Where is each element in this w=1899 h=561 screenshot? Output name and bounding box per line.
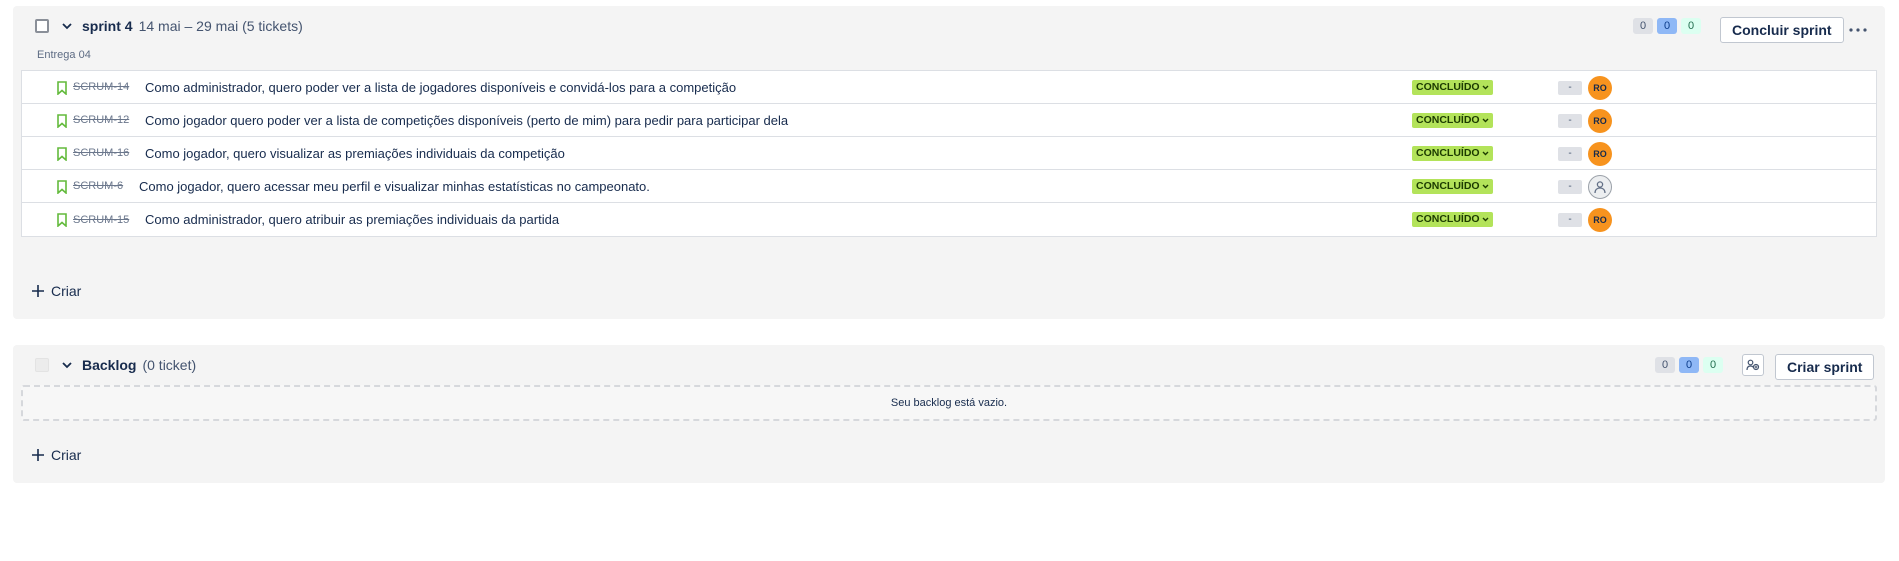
issue-row[interactable]: SCRUM-15 Como administrador, quero atrib…: [22, 203, 1876, 236]
bookmark-icon: [57, 114, 67, 128]
unassigned-avatar[interactable]: [1588, 175, 1612, 199]
sprint-section: sprint 4 14 mai – 29 mai (5 tickets) Entr…: [13, 6, 1885, 319]
estimate-badge[interactable]: -: [1558, 213, 1582, 227]
sprint-name: sprint 4: [82, 18, 133, 34]
issue-summary[interactable]: Como jogador, quero acessar meu perfil e…: [139, 179, 650, 194]
issue-summary[interactable]: Como administrador, quero atribuir as pr…: [145, 212, 559, 227]
bookmark-icon: [57, 180, 67, 194]
plus-icon: [32, 449, 44, 461]
backlog-section: Backlog (0 ticket) 0 0 0 Criar sprint Seu…: [13, 345, 1885, 483]
issue-key[interactable]: SCRUM-6: [73, 180, 123, 192]
create-label: Criar: [51, 283, 82, 299]
plus-icon: [32, 285, 44, 297]
todo-count: 0: [1633, 18, 1653, 34]
issue-key[interactable]: SCRUM-16: [73, 147, 129, 159]
backlog-counts: 0 0 0: [1655, 357, 1723, 373]
avatar[interactable]: RO: [1588, 208, 1612, 232]
chevron-down-icon: [1482, 118, 1489, 123]
sprint-title[interactable]: sprint 4 14 mai – 29 mai (5 tickets): [82, 18, 303, 34]
status-label: CONCLUÍDO: [1416, 81, 1480, 93]
sprint-issue-list: SCRUM-14 Como administrador, quero poder…: [21, 70, 1877, 237]
create-label: Criar: [51, 447, 82, 463]
status-badge[interactable]: CONCLUÍDO: [1412, 212, 1493, 227]
issue-summary[interactable]: Como jogador, quero visualizar as premia…: [145, 146, 565, 161]
bookmark-icon: [57, 81, 67, 95]
issue-row[interactable]: SCRUM-16 Como jogador, quero visualizar …: [22, 137, 1876, 170]
backlog-meta: (0 ticket): [142, 357, 197, 373]
avatar[interactable]: RO: [1588, 76, 1612, 100]
status-label: CONCLUÍDO: [1416, 180, 1480, 192]
todo-count: 0: [1655, 357, 1675, 373]
bookmark-icon: [57, 147, 67, 161]
estimate-badge[interactable]: -: [1558, 114, 1582, 128]
done-count: 0: [1681, 18, 1701, 34]
issue-key[interactable]: SCRUM-12: [73, 114, 129, 126]
status-badge[interactable]: CONCLUÍDO: [1412, 113, 1493, 128]
sprint-counts: 0 0 0: [1633, 18, 1701, 34]
issue-key[interactable]: SCRUM-14: [73, 81, 129, 93]
status-badge[interactable]: CONCLUÍDO: [1412, 179, 1493, 194]
backlog-header: Backlog (0 ticket): [13, 345, 1885, 385]
chevron-down-icon[interactable]: [59, 357, 75, 373]
in-progress-count: 0: [1657, 18, 1677, 34]
status-label: CONCLUÍDO: [1416, 147, 1480, 159]
chevron-down-icon: [1482, 217, 1489, 222]
bookmark-icon: [57, 213, 67, 227]
create-issue-button[interactable]: Criar: [31, 447, 81, 463]
link-people-icon[interactable]: [1742, 354, 1764, 376]
more-horizontal-icon[interactable]: [1845, 17, 1871, 43]
backlog-title[interactable]: Backlog (0 ticket): [82, 357, 196, 373]
chevron-down-icon[interactable]: [59, 18, 75, 34]
chevron-down-icon: [1482, 184, 1489, 189]
backlog-select-checkbox: [35, 358, 49, 372]
in-progress-count: 0: [1679, 357, 1699, 373]
status-badge[interactable]: CONCLUÍDO: [1412, 146, 1493, 161]
avatar[interactable]: RO: [1588, 142, 1612, 166]
status-badge[interactable]: CONCLUÍDO: [1412, 80, 1493, 95]
issue-summary[interactable]: Como jogador quero poder ver a lista de …: [145, 113, 788, 128]
sprint-header: sprint 4 14 mai – 29 mai (5 tickets): [13, 6, 1885, 46]
issue-summary[interactable]: Como administrador, quero poder ver a li…: [145, 80, 736, 95]
estimate-badge[interactable]: -: [1558, 147, 1582, 161]
sprint-meta: 14 mai – 29 mai (5 tickets): [138, 18, 303, 34]
estimate-badge[interactable]: -: [1558, 81, 1582, 95]
status-label: CONCLUÍDO: [1416, 114, 1480, 126]
complete-sprint-button[interactable]: Concluir sprint: [1720, 17, 1844, 43]
backlog-empty-state: Seu backlog está vazio.: [21, 385, 1877, 421]
create-issue-button[interactable]: Criar: [31, 283, 81, 299]
person-icon: [1594, 181, 1606, 194]
issue-row[interactable]: SCRUM-12 Como jogador quero poder ver a …: [22, 104, 1876, 137]
issue-key[interactable]: SCRUM-15: [73, 214, 129, 226]
chevron-down-icon: [1482, 85, 1489, 90]
backlog-name: Backlog: [82, 357, 137, 373]
done-count: 0: [1703, 357, 1723, 373]
estimate-badge[interactable]: -: [1558, 180, 1582, 194]
issue-row[interactable]: SCRUM-6 Como jogador, quero acessar meu …: [22, 170, 1876, 203]
sprint-goal: Entrega 04: [37, 49, 91, 61]
chevron-down-icon: [1482, 151, 1489, 156]
sprint-select-checkbox[interactable]: [35, 19, 49, 33]
issue-row[interactable]: SCRUM-14 Como administrador, quero poder…: [22, 71, 1876, 104]
avatar[interactable]: RO: [1588, 109, 1612, 133]
create-sprint-button[interactable]: Criar sprint: [1775, 354, 1875, 380]
status-label: CONCLUÍDO: [1416, 213, 1480, 225]
